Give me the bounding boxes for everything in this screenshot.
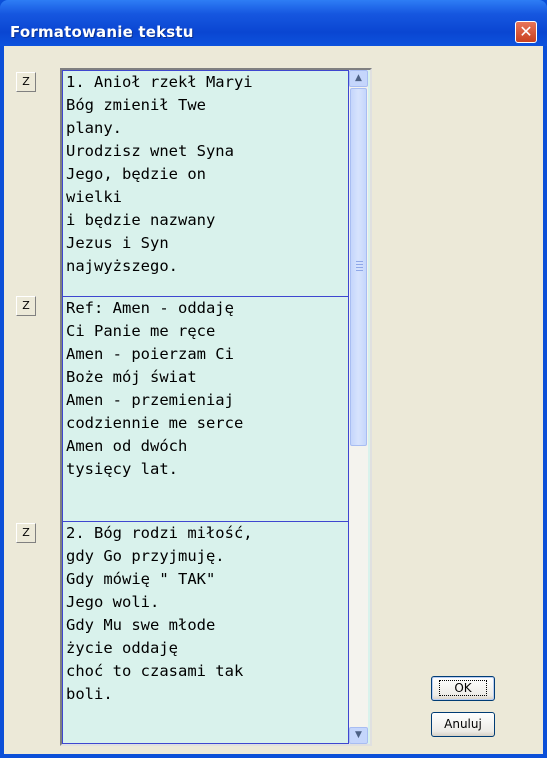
list-item[interactable]: Ref: Amen - oddaję Ci Panie me ręce Amen… [62,296,349,522]
item-3-z-button[interactable]: Z [16,523,36,543]
cancel-button[interactable]: Anuluj [431,712,495,737]
window-title: Formatowanie tekstu [10,23,194,41]
vertical-scrollbar[interactable]: ▲ ▼ [349,70,368,744]
dialog-client-area: Z Z Z 1. Anioł rzekł Maryi Bóg zmienił T… [4,46,543,754]
scroll-up-arrow-icon[interactable]: ▲ [349,70,368,87]
close-button[interactable]: ✕ [515,21,537,43]
scroll-thumb[interactable] [350,88,367,446]
ok-button[interactable]: OK [431,676,495,701]
ok-button-label: OK [439,680,487,696]
item-2-z-button[interactable]: Z [16,296,36,316]
title-bar[interactable]: Formatowanie tekstu ✕ [0,0,547,46]
dialog-window: Formatowanie tekstu ✕ Z Z Z 1. Anioł rze… [0,0,547,758]
verse-list[interactable]: 1. Anioł rzekł Maryi Bóg zmienił Twe pla… [60,68,372,746]
list-item[interactable]: 2. Bóg rodzi miłość, gdy Go przyjmuję. G… [62,521,349,744]
scroll-down-arrow-icon[interactable]: ▼ [349,727,368,744]
list-item[interactable]: 1. Anioł rzekł Maryi Bóg zmienił Twe pla… [62,70,349,297]
item-1-z-button[interactable]: Z [16,72,36,92]
